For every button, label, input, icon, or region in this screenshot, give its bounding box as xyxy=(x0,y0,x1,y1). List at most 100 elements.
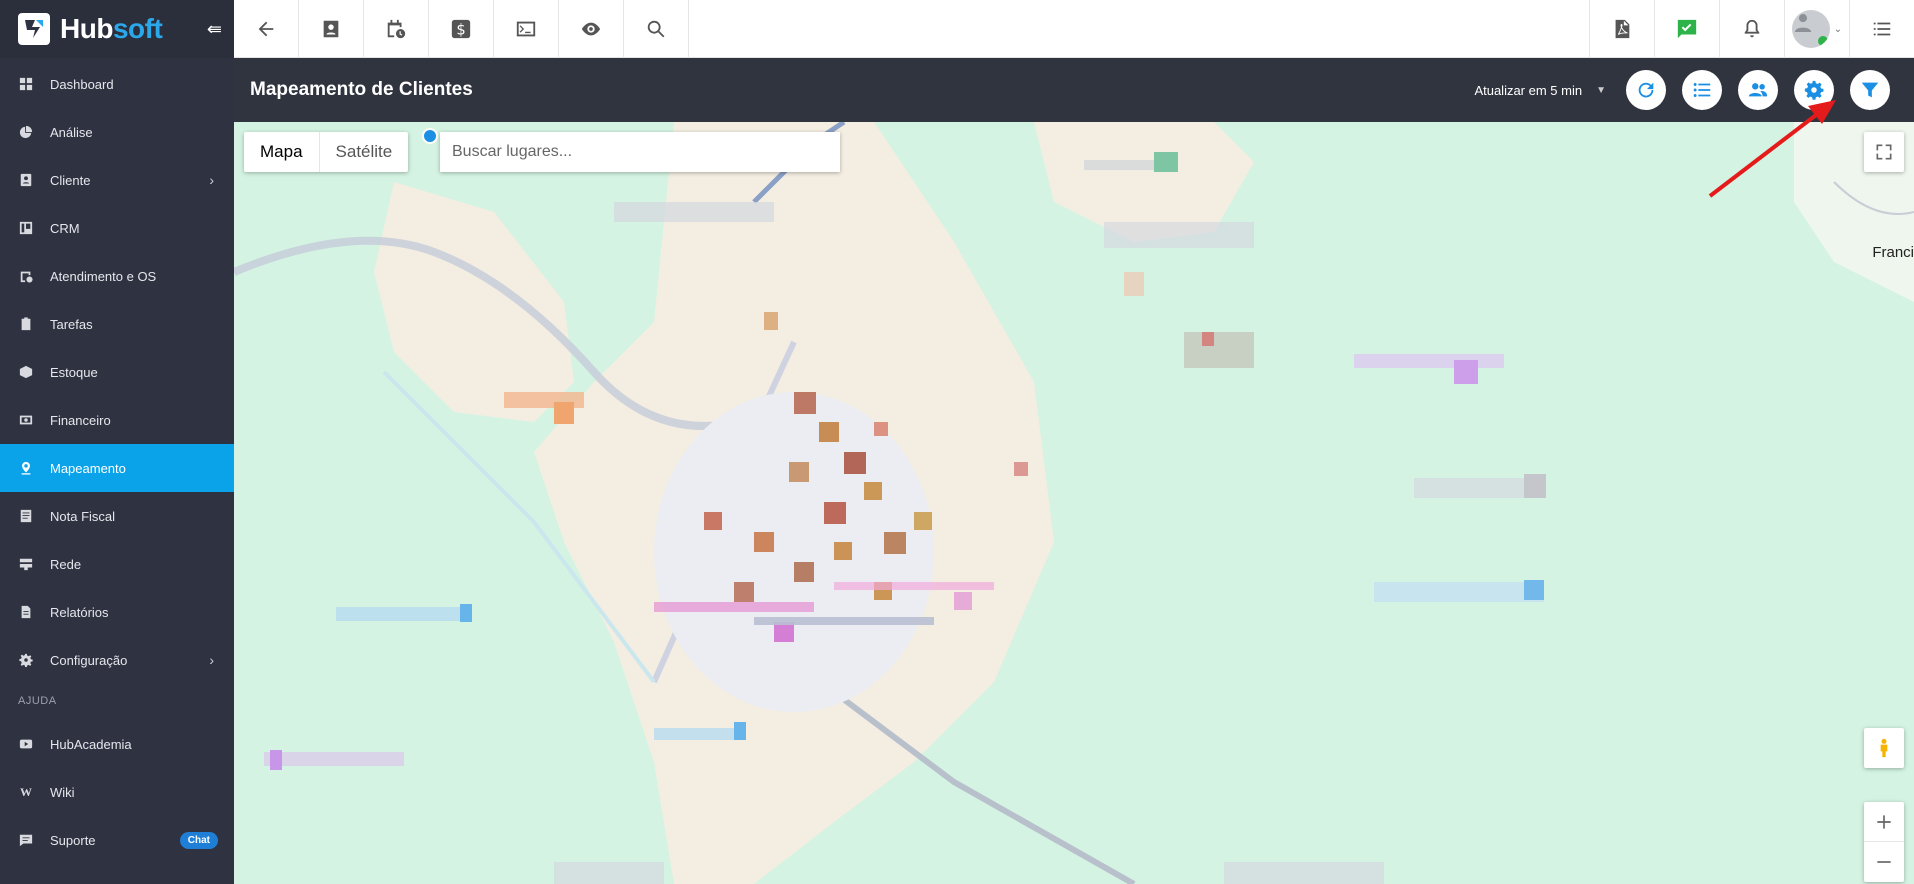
box-icon xyxy=(18,364,34,380)
app-root: Hubsoft ⇚ Dashboard Análise Cliente › CR… xyxy=(0,0,1914,884)
sidebar-item-analise[interactable]: Análise xyxy=(0,108,234,156)
street-view-button[interactable] xyxy=(1864,728,1904,768)
pdf-icon xyxy=(1615,19,1630,39)
caret-down-icon: ▼ xyxy=(1596,84,1606,96)
sidebar-item-label: Cliente xyxy=(50,172,91,188)
arrow-left-icon xyxy=(258,21,274,37)
settings-button[interactable] xyxy=(1794,70,1834,110)
map-terrain xyxy=(234,122,1914,884)
report-icon xyxy=(18,604,34,620)
map-type-map-button[interactable]: Mapa xyxy=(244,132,320,172)
user-menu-button[interactable]: ⌄ xyxy=(1784,0,1849,58)
tasks-check-button[interactable] xyxy=(1654,0,1719,58)
chevron-right-icon: › xyxy=(209,652,214,668)
sidebar-item-atendimento[interactable]: Atendimento e OS xyxy=(0,252,234,300)
sidebar-item-dashboard[interactable]: Dashboard xyxy=(0,60,234,108)
sidebar-item-label: Mapeamento xyxy=(50,460,126,476)
sidebar-item-financeiro[interactable]: Financeiro xyxy=(0,396,234,444)
sidebar-item-label: HubAcademia xyxy=(50,736,132,752)
sidebar-item-mapeamento[interactable]: Mapeamento xyxy=(0,444,234,492)
refresh-interval-select[interactable]: Atualizar em 5 min ▼ xyxy=(1474,83,1606,98)
map-pin-icon xyxy=(18,460,34,476)
pdf-button[interactable] xyxy=(1589,0,1654,58)
sidebar-item-label: Tarefas xyxy=(50,316,93,332)
calendar-clock-icon xyxy=(387,19,406,39)
refresh-button[interactable] xyxy=(1626,70,1666,110)
clients-button[interactable] xyxy=(1738,70,1778,110)
refresh-icon xyxy=(1638,82,1654,98)
sidebar-item-configuracao[interactable]: Configuração › xyxy=(0,636,234,684)
pie-chart-icon xyxy=(18,124,34,140)
filter-icon xyxy=(1861,82,1879,98)
brand: Hubsoft ⇚ xyxy=(0,0,234,58)
video-icon xyxy=(18,736,34,752)
money-icon xyxy=(18,412,34,428)
sidebar-item-rede[interactable]: Rede xyxy=(0,540,234,588)
clipboard-icon xyxy=(18,316,34,332)
map-type-control: Mapa Satélite xyxy=(244,132,409,172)
notifications-button[interactable] xyxy=(1719,0,1784,58)
sidebar-item-relatorios[interactable]: Relatórios xyxy=(0,588,234,636)
brand-name-hub: Hub xyxy=(60,13,113,44)
sidebar-item-label: Análise xyxy=(50,124,93,140)
contact-card-icon xyxy=(323,20,339,38)
sidebar-item-label: CRM xyxy=(50,220,80,236)
brand-name-soft: soft xyxy=(112,13,163,44)
fullscreen-button[interactable] xyxy=(1864,132,1904,172)
sidebar-nav: Dashboard Análise Cliente › CRM Atendime… xyxy=(0,60,234,684)
terminal-button[interactable] xyxy=(494,0,559,58)
kanban-icon xyxy=(18,220,34,236)
sidebar-item-hubacademia[interactable]: HubAcademia xyxy=(0,720,234,768)
sidebar-item-tarefas[interactable]: Tarefas xyxy=(0,300,234,348)
fullscreen-icon xyxy=(1876,144,1892,160)
zoom-out-button[interactable] xyxy=(1864,842,1904,882)
sidebar-item-label: Wiki xyxy=(50,784,75,800)
sidebar-item-wiki[interactable]: W Wiki xyxy=(0,768,234,816)
sidebar-item-nota-fiscal[interactable]: Nota Fiscal xyxy=(0,492,234,540)
map-type-satellite-button[interactable]: Satélite xyxy=(320,132,409,172)
sidebar-item-estoque[interactable]: Estoque xyxy=(0,348,234,396)
view-button[interactable] xyxy=(559,0,624,58)
sidebar-section-help: AJUDA xyxy=(18,695,57,707)
server-icon xyxy=(18,556,34,572)
map-search-input[interactable] xyxy=(440,132,840,172)
eye-icon xyxy=(581,22,601,36)
sidebar-help-nav: HubAcademia W Wiki Suporte Chat xyxy=(0,720,234,864)
dashboard-icon xyxy=(18,76,34,92)
top-toolbar-right: ⌄ xyxy=(1589,0,1914,58)
message-check-icon xyxy=(1677,19,1697,39)
plus-icon xyxy=(1877,814,1891,829)
users-icon xyxy=(1748,83,1768,97)
gear-icon xyxy=(1804,80,1824,100)
contact-button[interactable] xyxy=(299,0,364,58)
sidebar-item-crm[interactable]: CRM xyxy=(0,204,234,252)
list-view-button[interactable] xyxy=(1682,70,1722,110)
chat-icon xyxy=(18,832,34,848)
refresh-interval-label: Atualizar em 5 min xyxy=(1474,82,1583,98)
filter-button[interactable] xyxy=(1850,70,1890,110)
zoom-control xyxy=(1864,802,1904,882)
sidebar-item-suporte[interactable]: Suporte Chat xyxy=(0,816,234,864)
top-toolbar: $ ⌄ xyxy=(234,0,1914,58)
gear-icon xyxy=(18,652,34,668)
menu-list-button[interactable] xyxy=(1849,0,1914,58)
map-canvas[interactable]: Mapa Satélite Franci xyxy=(234,122,1914,884)
dollar-icon: $ xyxy=(451,19,471,39)
calendar-clock-icon xyxy=(18,268,34,284)
schedule-button[interactable] xyxy=(364,0,429,58)
wiki-icon: W xyxy=(20,784,32,799)
receipt-icon xyxy=(18,508,34,524)
page-title: Mapeamento de Clientes xyxy=(250,79,473,100)
sidebar: Hubsoft ⇚ Dashboard Análise Cliente › CR… xyxy=(0,0,234,884)
hubsoft-logo-icon xyxy=(18,13,50,45)
search-button[interactable] xyxy=(624,0,689,58)
sidebar-item-label: Rede xyxy=(50,556,82,572)
zoom-in-button[interactable] xyxy=(1864,802,1904,842)
back-button[interactable] xyxy=(234,0,299,58)
chat-badge[interactable]: Chat xyxy=(179,831,218,849)
chevron-down-icon: ⌄ xyxy=(1833,23,1843,35)
sidebar-item-cliente[interactable]: Cliente › xyxy=(0,156,234,204)
finance-button[interactable]: $ xyxy=(429,0,494,58)
collapse-sidebar-icon[interactable]: ⇚ xyxy=(207,19,222,40)
avatar xyxy=(1791,10,1830,48)
